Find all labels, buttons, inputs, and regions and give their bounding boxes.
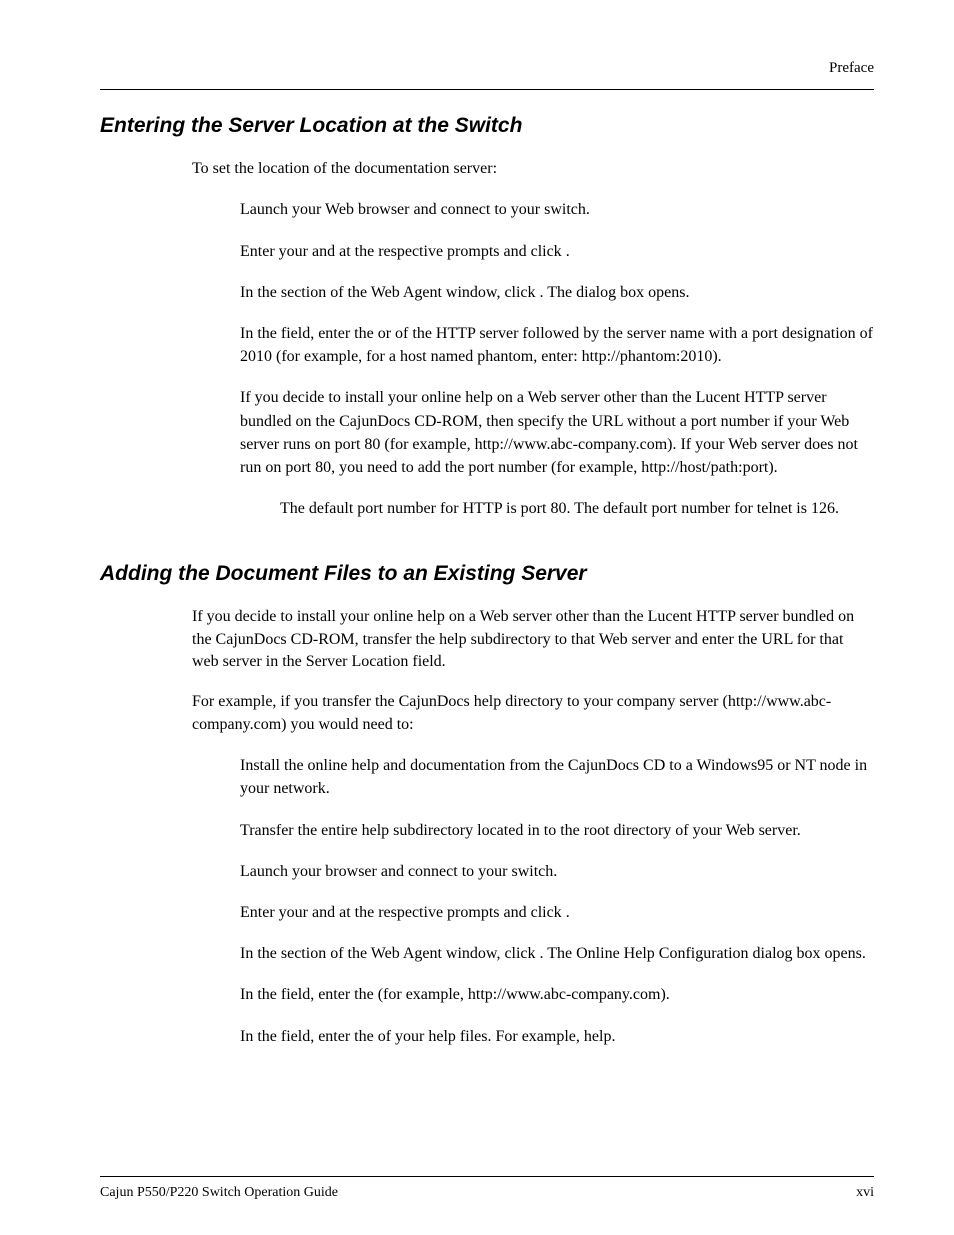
- text: . The Online Help Configuration dialog b…: [540, 945, 866, 962]
- text: section of the Web Agent window, click: [281, 945, 540, 962]
- text: field, enter the: [281, 1028, 378, 1045]
- section2-intro2: For example, if you transfer the CajunDo…: [192, 691, 874, 736]
- text: In the: [240, 986, 281, 1003]
- text: dialog box opens.: [576, 284, 689, 301]
- text: section of the Web Agent window, click: [281, 284, 540, 301]
- s1-step1: Launch your Web browser and connect to y…: [240, 198, 874, 221]
- top-rule: [100, 89, 874, 90]
- text: field, enter the: [281, 325, 378, 342]
- footer-rule: [100, 1176, 874, 1177]
- section2-intro1: If you decide to install your online hel…: [192, 606, 874, 673]
- text: Transfer the entire help subdirectory lo…: [240, 822, 544, 839]
- s2-step6: In the field, enter the (for example, ht…: [240, 983, 874, 1006]
- s2-step5: In the section of the Web Agent window, …: [240, 942, 874, 965]
- s2-step7: In the field, enter the of your help fil…: [240, 1025, 874, 1048]
- text: at the respective prompts and click: [339, 904, 566, 921]
- section2-title: Adding the Document Files to an Existing…: [100, 562, 874, 586]
- text: Enter your: [240, 243, 312, 260]
- text: In the: [240, 945, 281, 962]
- s1-step4: In the field, enter the or of the HTTP s…: [240, 322, 874, 368]
- page-footer: Cajun P550/P220 Switch Operation Guide x…: [100, 1176, 874, 1201]
- s1-step2: Enter your and at the respective prompts…: [240, 240, 874, 263]
- s2-step1: Install the online help and documentatio…: [240, 754, 874, 800]
- header-right-label: Preface: [100, 60, 874, 77]
- s2-step4: Enter your and at the respective prompts…: [240, 901, 874, 924]
- text: In the: [240, 1028, 281, 1045]
- text: In the: [240, 325, 281, 342]
- footer-left: Cajun P550/P220 Switch Operation Guide: [100, 1185, 338, 1201]
- text: field, enter the: [281, 986, 378, 1003]
- text: and: [312, 904, 339, 921]
- text: or: [378, 325, 395, 342]
- text: .: [566, 243, 570, 260]
- section1-title: Entering the Server Location at the Swit…: [100, 114, 874, 138]
- s1-step3: In the section of the Web Agent window, …: [240, 281, 874, 304]
- text: and: [312, 243, 339, 260]
- text: of your help files. For example, help.: [378, 1028, 616, 1045]
- footer-page-number: xvi: [856, 1185, 874, 1201]
- s1-step5: If you decide to install your online hel…: [240, 386, 874, 479]
- text: to the root directory of your Web server…: [544, 822, 801, 839]
- text: (for example, http://www.abc-company.com…: [378, 986, 670, 1003]
- section1-intro: To set the location of the documentation…: [192, 158, 874, 180]
- text: .: [566, 904, 570, 921]
- text: Enter your: [240, 904, 312, 921]
- s1-note: The default port number for HTTP is port…: [280, 497, 874, 520]
- s2-step2: Transfer the entire help subdirectory lo…: [240, 819, 874, 842]
- text: . The: [540, 284, 577, 301]
- s2-step3: Launch your browser and connect to your …: [240, 860, 874, 883]
- text: In the: [240, 284, 281, 301]
- text: at the respective prompts and click: [339, 243, 566, 260]
